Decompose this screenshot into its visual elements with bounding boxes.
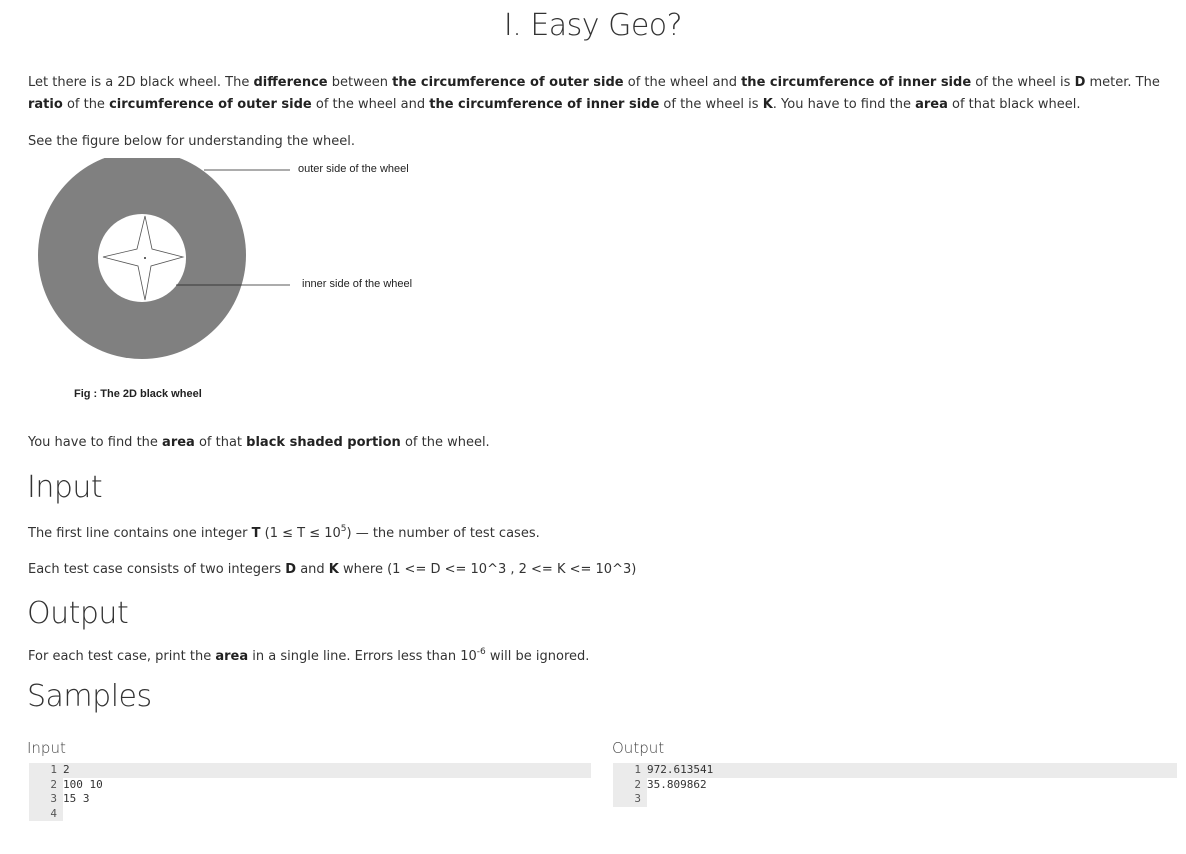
sample-input-block[interactable]: 12 2 100 10 3 15 3 4 — [29, 763, 591, 821]
output-line: For each test case, print the area in a … — [28, 646, 590, 664]
problem-intro: Let there is a 2D black wheel. The diffe… — [28, 75, 1160, 112]
code-line: 2 35.809862 — [613, 777, 1177, 792]
code-line: 4 — [29, 806, 591, 821]
problem-title: I. Easy Geo? — [503, 8, 683, 43]
find-area-text: You have to find the area of that black … — [28, 435, 490, 450]
star-center-dot — [144, 257, 146, 259]
outer-side-label: outer side of the wheel — [298, 163, 409, 175]
sample-output-block[interactable]: 1 972.613541 2 35.809862 3 — [613, 763, 1177, 807]
input-heading: Input — [27, 470, 103, 505]
sample-output-label: Output — [612, 739, 665, 757]
see-figure-text: See the figure below for understanding t… — [28, 134, 356, 149]
code-line: 12 — [29, 763, 591, 778]
figure-caption: Fig : The 2D black wheel — [74, 388, 202, 400]
input-line-1: The first line contains one integer T (1… — [28, 523, 540, 541]
code-line: 3 15 3 — [29, 792, 591, 807]
sample-input-label: Input — [27, 739, 66, 757]
code-line: 1 972.613541 — [613, 763, 1177, 778]
input-line-2: Each test case consists of two integers … — [28, 562, 637, 577]
code-line: 2 100 10 — [29, 777, 591, 792]
code-line: 3 — [613, 792, 1177, 807]
output-heading: Output — [27, 596, 129, 631]
inner-side-label: inner side of the wheel — [302, 278, 413, 290]
wheel-figure: outer side of the wheel inner side of th… — [28, 151, 488, 408]
samples-heading: Samples — [27, 679, 152, 714]
wheel-diagram — [38, 151, 290, 359]
